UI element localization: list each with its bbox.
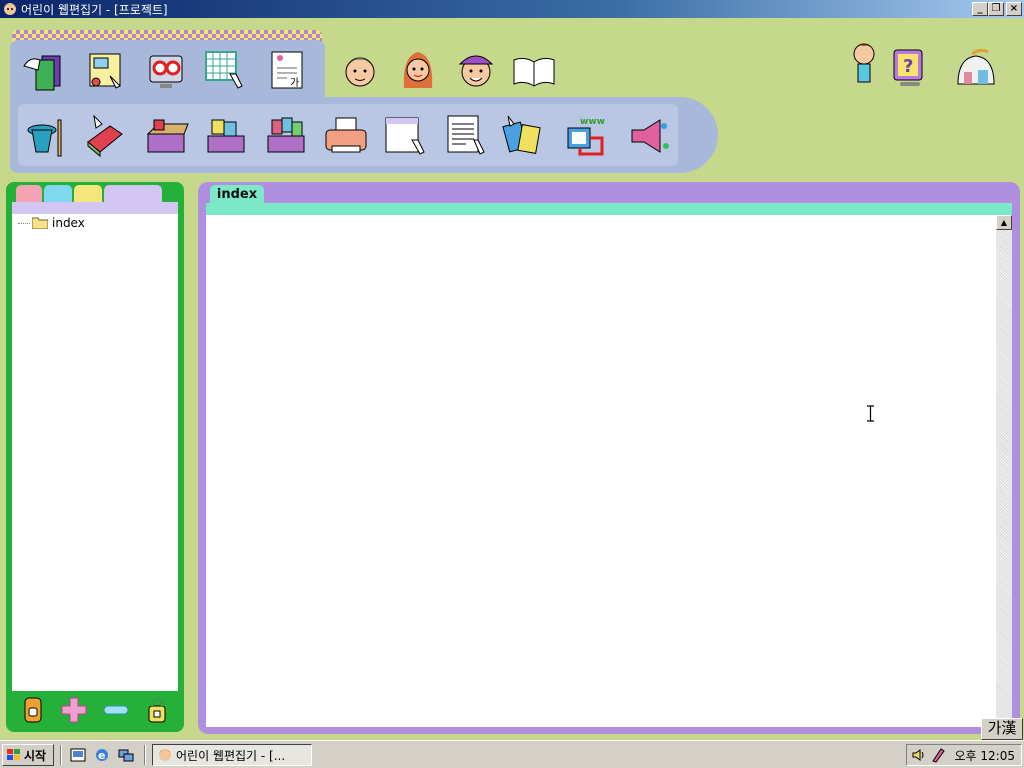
help-button[interactable]: ?	[884, 42, 936, 94]
app-icon[interactable]	[2, 1, 18, 17]
character-girl-button[interactable]	[392, 42, 444, 94]
page-lines-icon	[447, 115, 485, 155]
table-grid-icon	[205, 51, 243, 89]
tab-index[interactable]: index	[210, 185, 264, 205]
clock[interactable]: 오후 12:05	[955, 747, 1015, 764]
text-document-button[interactable]: 가	[262, 44, 314, 96]
network-icon[interactable]	[118, 747, 134, 763]
tree-item-index[interactable]: index	[18, 216, 85, 230]
close-button[interactable]: ×	[1006, 2, 1022, 16]
svg-text:가: 가	[290, 77, 299, 89]
box-colors-icon	[267, 117, 305, 153]
add-plus-icon[interactable]	[60, 696, 88, 724]
box-pages-button[interactable]	[200, 110, 252, 162]
start-button[interactable]: 시작	[2, 744, 54, 766]
preview-button[interactable]	[140, 44, 192, 96]
tree-connector	[18, 222, 30, 224]
remove-minus-icon[interactable]	[102, 696, 130, 724]
home-house-icon	[957, 48, 995, 85]
character-cap-boy-button[interactable]	[450, 44, 502, 96]
new-page-button[interactable]	[380, 110, 432, 162]
editor-tab-strip	[206, 203, 1012, 215]
editor-canvas[interactable]	[206, 215, 996, 727]
svg-text:e: e	[98, 749, 105, 762]
folder-icon	[32, 217, 48, 229]
minimize-button[interactable]: _	[972, 2, 988, 16]
speaker-button[interactable]	[622, 110, 674, 162]
ime-tray-icon[interactable]	[931, 747, 947, 763]
printer-icon	[325, 117, 367, 153]
eraser-book-icon	[87, 114, 123, 158]
color-cards-button[interactable]	[498, 110, 550, 162]
app-icon	[159, 749, 171, 761]
internet-explorer-icon[interactable]: e	[94, 747, 110, 763]
thinking-girl-icon	[853, 43, 875, 83]
color-cards-icon	[502, 115, 541, 154]
speaker-horn-icon	[631, 119, 669, 153]
book-button[interactable]	[508, 44, 560, 96]
tree-tab-strip	[12, 202, 178, 214]
image-edit-icon	[89, 53, 121, 89]
system-tray: 오후 12:05	[906, 744, 1022, 766]
title-bar: 어린이 웹편집기 - [프로젝트] _ ❐ ×	[0, 0, 1024, 18]
show-desktop-icon[interactable]	[70, 747, 86, 763]
taskbar-item-app[interactable]: 어린이 웹편집기 - [...	[152, 744, 312, 766]
print-button[interactable]	[320, 110, 372, 162]
taskbar: 시작 e 어린이 웹편집기 - [... 오후 12:05	[0, 740, 1024, 768]
preview-monitor-icon	[149, 55, 183, 88]
magic-hat-icon	[27, 119, 62, 157]
magic-hat-button[interactable]	[20, 110, 72, 162]
tree-item-label: index	[52, 216, 85, 230]
box-pages-icon	[207, 119, 245, 153]
box-colors-button[interactable]	[260, 110, 312, 162]
window-controls: _ ❐ ×	[972, 2, 1022, 16]
project-icon[interactable]	[19, 696, 47, 724]
scroll-up-button[interactable]: ▲	[996, 215, 1012, 230]
taskbar-item-label: 어린이 웹편집기 - [...	[176, 748, 286, 763]
windows-flag-icon	[7, 749, 20, 760]
svg-text:?: ?	[903, 56, 913, 77]
eraser-button[interactable]	[78, 110, 130, 162]
open-folder-button[interactable]	[18, 44, 70, 96]
character-girl-icon	[403, 52, 433, 88]
help-monitor-icon: ?	[893, 49, 923, 86]
image-edit-button[interactable]	[80, 44, 132, 96]
svg-text:www: www	[580, 117, 605, 127]
volume-icon[interactable]	[911, 747, 927, 763]
ime-indicator[interactable]: 가漢	[981, 718, 1023, 740]
folder-open-icon	[23, 55, 61, 91]
book-icon	[513, 57, 555, 87]
taskbar-separator	[144, 745, 146, 765]
vertical-scrollbar[interactable]	[996, 215, 1012, 727]
window-title: 어린이 웹편집기 - [프로젝트]	[21, 2, 168, 17]
www-button[interactable]: www	[560, 110, 612, 162]
home-button[interactable]	[950, 42, 1002, 94]
new-page-icon	[385, 117, 425, 155]
character-cap-boy-icon	[458, 55, 494, 87]
open-box-button[interactable]	[140, 110, 192, 162]
project-tree[interactable]	[12, 214, 178, 691]
page-lines-button[interactable]	[440, 110, 492, 162]
text-cursor-icon	[867, 405, 874, 422]
www-monitor-icon: www	[567, 117, 605, 156]
taskbar-separator	[60, 745, 62, 765]
character-boy-button[interactable]	[334, 44, 386, 96]
tree-actions	[12, 691, 178, 729]
restore-button[interactable]: ❐	[988, 2, 1004, 16]
start-label: 시작	[24, 748, 47, 763]
text-document-icon: 가	[271, 51, 303, 89]
open-box-icon	[146, 119, 189, 153]
lock-icon[interactable]	[143, 696, 171, 724]
character-boy-icon	[345, 57, 375, 87]
table-button[interactable]	[200, 44, 252, 96]
